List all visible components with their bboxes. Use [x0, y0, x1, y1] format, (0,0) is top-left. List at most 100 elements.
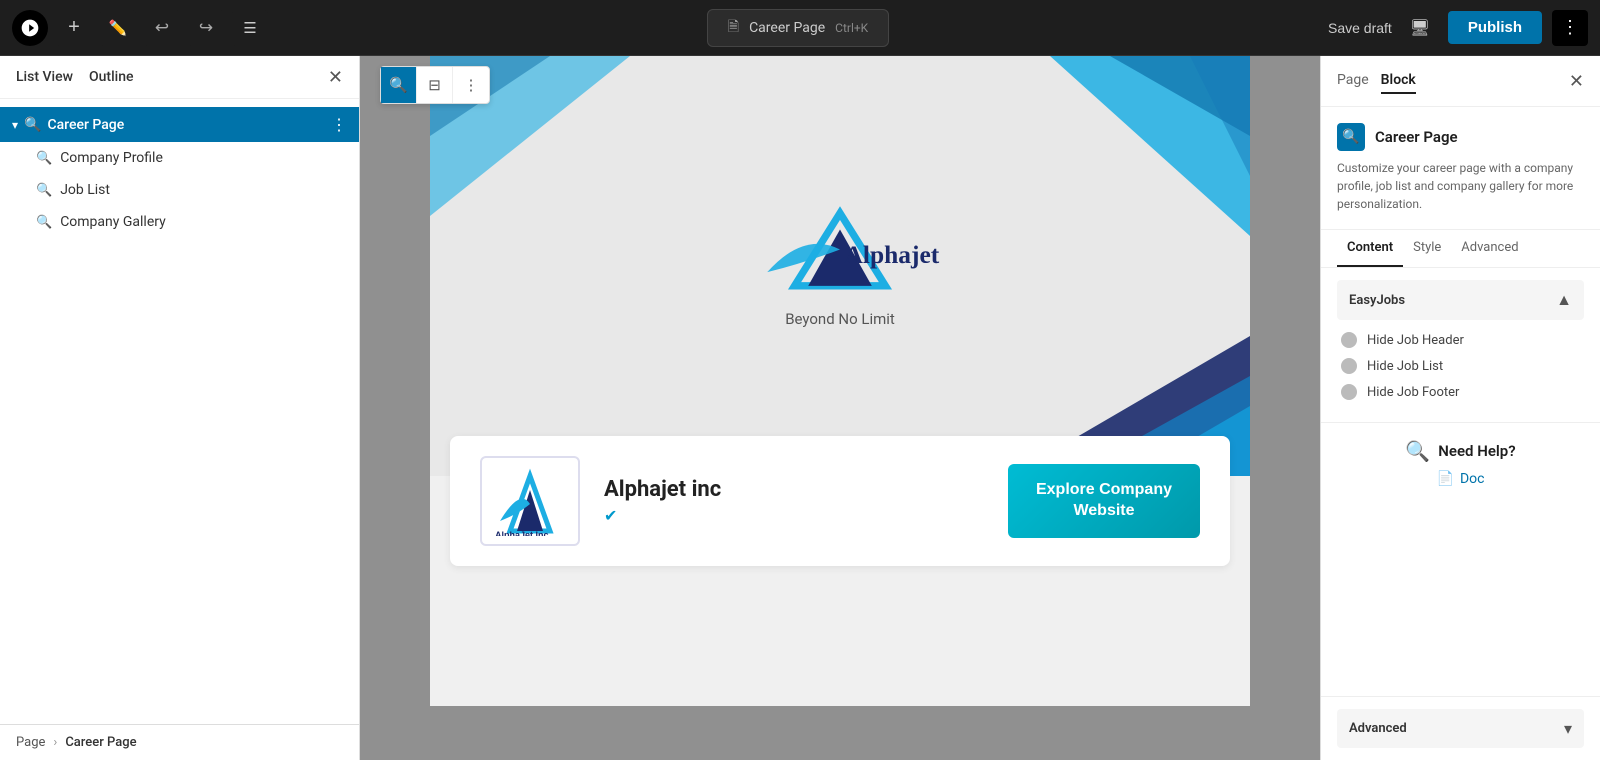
help-icon: 🔍: [1405, 439, 1430, 463]
topbar-right: Save draft 🖥 Publish ⋮: [1328, 10, 1588, 46]
content-tab[interactable]: Content: [1337, 230, 1403, 267]
list-view-tab[interactable]: List View: [16, 69, 73, 85]
hide-job-footer-label: Hide Job Footer: [1367, 385, 1459, 400]
block-toolbar: 🔍 ⊟ ⋮: [380, 66, 490, 104]
toolbar-more-button[interactable]: ⋮: [453, 67, 489, 103]
save-draft-button[interactable]: Save draft: [1328, 20, 1392, 36]
hero-tagline: Beyond No Limit: [740, 310, 940, 328]
canvas-wrapper: Alphajet Inc. Beyond No Limit AlphaJet I…: [430, 56, 1250, 706]
easyjobs-section: EasyJobs ▲ Hide Job Header Hide Job List…: [1321, 268, 1600, 422]
advanced-section: Advanced ▾: [1321, 696, 1600, 760]
verified-badge: ✔: [604, 506, 984, 525]
block-type-icon: 🔍: [1337, 123, 1365, 151]
page-icon: 🗎: [728, 16, 739, 40]
breadcrumb-page-link[interactable]: Page: [16, 735, 45, 750]
right-panel-close-button[interactable]: ✕: [1569, 71, 1584, 92]
job-list-label: Job List: [60, 182, 110, 198]
hide-job-list-toggle[interactable]: [1341, 358, 1357, 374]
sidebar: List View Outline ✕ ▾ 🔍 Career Page ⋮ 🔍 …: [0, 56, 360, 760]
company-profile-icon: 🔍: [36, 151, 52, 166]
page-canvas: Alphajet Inc. Beyond No Limit AlphaJet I…: [430, 56, 1250, 706]
company-logo-box: AlphaJet Inc. beyond no limit: [480, 456, 580, 546]
right-panel-header: Page Block ✕: [1321, 56, 1600, 107]
publish-button[interactable]: Publish: [1448, 11, 1542, 44]
sidebar-header: List View Outline ✕: [0, 56, 359, 99]
sidebar-item-company-profile[interactable]: 🔍 Company Profile: [0, 142, 359, 174]
sidebar-close-button[interactable]: ✕: [328, 68, 343, 86]
need-help-header: 🔍 Need Help?: [1337, 439, 1584, 463]
advanced-title: Advanced: [1349, 721, 1407, 736]
keyboard-shortcut: Ctrl+K: [835, 21, 868, 35]
company-logo-small: AlphaJet Inc. beyond no limit: [490, 466, 570, 536]
hide-job-header-label: Hide Job Header: [1367, 333, 1464, 348]
sidebar-tree: ▾ 🔍 Career Page ⋮ 🔍 Company Profile 🔍 Jo…: [0, 99, 359, 724]
need-help-section: 🔍 Need Help? 📄 Doc: [1321, 422, 1600, 503]
toolbar-search-button[interactable]: 🔍: [381, 67, 417, 103]
undo-button[interactable]: ↩: [144, 10, 180, 46]
add-block-button[interactable]: +: [56, 10, 92, 46]
explore-btn-line2: Website: [1073, 502, 1134, 519]
page-tab[interactable]: Page: [1337, 68, 1369, 94]
edit-tool-button[interactable]: ✏️: [100, 10, 136, 46]
breadcrumb-career-page: Career Page: [65, 735, 136, 750]
style-tab[interactable]: Style: [1403, 230, 1451, 267]
outline-tab[interactable]: Outline: [89, 69, 134, 85]
company-gallery-icon: 🔍: [36, 215, 52, 230]
advanced-collapse-icon: ▾: [1564, 719, 1572, 738]
hide-job-list-row: Hide Job List: [1337, 358, 1584, 374]
hero-section: Alphajet Inc. Beyond No Limit: [430, 56, 1250, 476]
block-description: Customize your career page with a compan…: [1337, 159, 1584, 213]
hide-job-list-label: Hide Job List: [1367, 359, 1443, 374]
page-name-bar[interactable]: 🗎 Career Page Ctrl+K: [707, 9, 889, 47]
career-page-label: Career Page: [47, 117, 325, 133]
block-info: 🔍 Career Page Customize your career page…: [1321, 107, 1600, 230]
expand-arrow-icon: ▾: [12, 118, 18, 132]
doc-link[interactable]: 📄 Doc: [1337, 471, 1584, 487]
hide-job-footer-toggle[interactable]: [1341, 384, 1357, 400]
topbar: + ✏️ ↩ ↪ ☰ 🗎 Career Page Ctrl+K Save dra…: [0, 0, 1600, 56]
block-title: Career Page: [1375, 128, 1458, 146]
company-logo-hero: Alphajet Inc.: [740, 204, 940, 295]
toolbar-layout-button[interactable]: ⊟: [417, 67, 453, 103]
profile-card: AlphaJet Inc. beyond no limit Alphajet i…: [450, 436, 1230, 566]
advanced-tab[interactable]: Advanced: [1451, 230, 1528, 267]
wordpress-logo[interactable]: [12, 10, 48, 46]
content-tabs: Content Style Advanced: [1321, 230, 1600, 268]
easyjobs-header[interactable]: EasyJobs ▲: [1337, 280, 1584, 320]
block-info-header: 🔍 Career Page: [1337, 123, 1584, 151]
sidebar-item-career-page[interactable]: ▾ 🔍 Career Page ⋮: [0, 107, 359, 142]
job-list-icon: 🔍: [36, 183, 52, 198]
verified-icon: ✔: [604, 506, 617, 525]
explore-company-website-button[interactable]: Explore Company Website: [1008, 464, 1200, 538]
block-tab[interactable]: Block: [1381, 68, 1416, 94]
more-options-button[interactable]: ⋮: [1552, 10, 1588, 46]
explore-btn-line1: Explore Company: [1036, 481, 1172, 498]
doc-icon: 📄: [1437, 471, 1454, 487]
right-panel: Page Block ✕ 🔍 Career Page Customize you…: [1320, 56, 1600, 760]
main-area: List View Outline ✕ ▾ 🔍 Career Page ⋮ 🔍 …: [0, 56, 1600, 760]
item-options-icon[interactable]: ⋮: [331, 115, 347, 134]
hide-job-footer-row: Hide Job Footer: [1337, 384, 1584, 400]
doc-label: Doc: [1460, 471, 1485, 487]
redo-button[interactable]: ↪: [188, 10, 224, 46]
hide-job-header-toggle[interactable]: [1341, 332, 1357, 348]
more-icon: ⋮: [1561, 17, 1579, 38]
document-overview-button[interactable]: ☰: [232, 10, 268, 46]
easyjobs-title: EasyJobs: [1349, 293, 1405, 308]
hero-content: Alphajet Inc. Beyond No Limit: [740, 204, 940, 329]
sidebar-item-job-list[interactable]: 🔍 Job List: [0, 174, 359, 206]
page-name-label: Career Page: [749, 20, 825, 36]
company-profile-label: Company Profile: [60, 150, 163, 166]
monitor-icon: 🖥: [1410, 18, 1430, 38]
breadcrumb: Page › Career Page: [0, 724, 359, 760]
need-help-title: Need Help?: [1438, 442, 1515, 460]
view-button[interactable]: 🖥: [1402, 10, 1438, 46]
company-info: Alphajet inc ✔: [604, 477, 984, 525]
easyjobs-collapse-icon: ▲: [1556, 290, 1572, 310]
sidebar-item-company-gallery[interactable]: 🔍 Company Gallery: [0, 206, 359, 238]
company-gallery-label: Company Gallery: [60, 214, 166, 230]
svg-text:AlphaJet Inc.: AlphaJet Inc.: [495, 530, 551, 536]
advanced-header[interactable]: Advanced ▾: [1337, 709, 1584, 748]
career-page-icon: 🔍: [24, 117, 41, 133]
hide-job-header-row: Hide Job Header: [1337, 332, 1584, 348]
